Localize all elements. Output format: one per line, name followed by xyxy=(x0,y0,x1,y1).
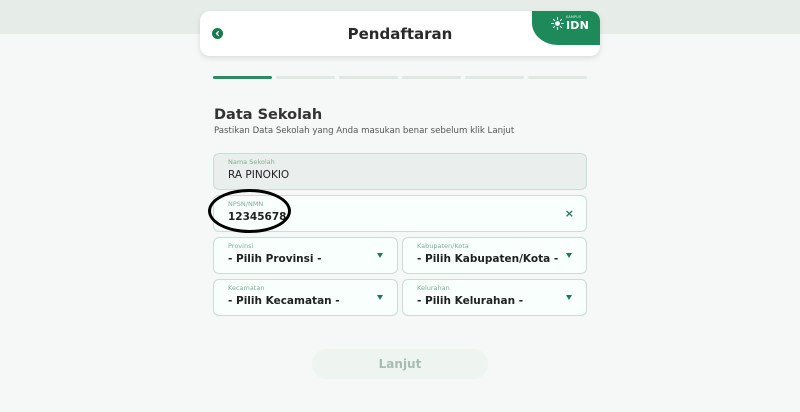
school-name-field: Nama Sekolah RA PINOKIO xyxy=(213,153,587,190)
school-name-value: RA PINOKIO xyxy=(228,169,290,181)
brand-name: IDN xyxy=(566,19,590,32)
school-name-label: Nama Sekolah xyxy=(228,158,275,166)
sun-icon xyxy=(551,17,564,30)
province-value: - Pilih Provinsi - xyxy=(228,253,322,265)
province-label: Provinsi xyxy=(228,242,254,250)
clear-icon[interactable]: × xyxy=(565,207,574,220)
district-label: Kecamatan xyxy=(228,284,265,292)
village-label: Kelurahan xyxy=(417,284,450,292)
province-select[interactable]: Provinsi - Pilih Provinsi - xyxy=(213,237,398,274)
village-select[interactable]: Kelurahan - Pilih Kelurahan - xyxy=(402,279,587,316)
city-value: - Pilih Kabupaten/Kota - xyxy=(417,253,559,265)
progress-step-3 xyxy=(339,76,398,79)
progress-step-2 xyxy=(276,76,335,79)
city-label: Kabupaten/Kota xyxy=(417,242,469,250)
caret-down-icon xyxy=(566,253,572,258)
caret-down-icon xyxy=(377,295,383,300)
continue-button[interactable]: Lanjut xyxy=(312,349,488,379)
highlight-ellipse xyxy=(208,189,291,233)
section-subtitle: Pastikan Data Sekolah yang Anda masukan … xyxy=(214,126,515,136)
progress-step-1 xyxy=(213,76,272,79)
header-card: Pendaftaran KAMPUS IDN xyxy=(200,11,600,56)
progress-step-4 xyxy=(402,76,461,79)
progress-step-5 xyxy=(465,76,524,79)
progress-step-6 xyxy=(528,76,587,79)
caret-down-icon xyxy=(566,295,572,300)
village-value: - Pilih Kelurahan - xyxy=(417,295,524,307)
district-value: - Pilih Kecamatan - xyxy=(228,295,340,307)
district-select[interactable]: Kecamatan - Pilih Kecamatan - xyxy=(213,279,398,316)
section-title: Data Sekolah xyxy=(214,107,323,123)
brand-logo: KAMPUS IDN xyxy=(532,11,600,45)
city-select[interactable]: Kabupaten/Kota - Pilih Kabupaten/Kota - xyxy=(402,237,587,274)
caret-down-icon xyxy=(377,253,383,258)
step-progress xyxy=(213,76,587,79)
